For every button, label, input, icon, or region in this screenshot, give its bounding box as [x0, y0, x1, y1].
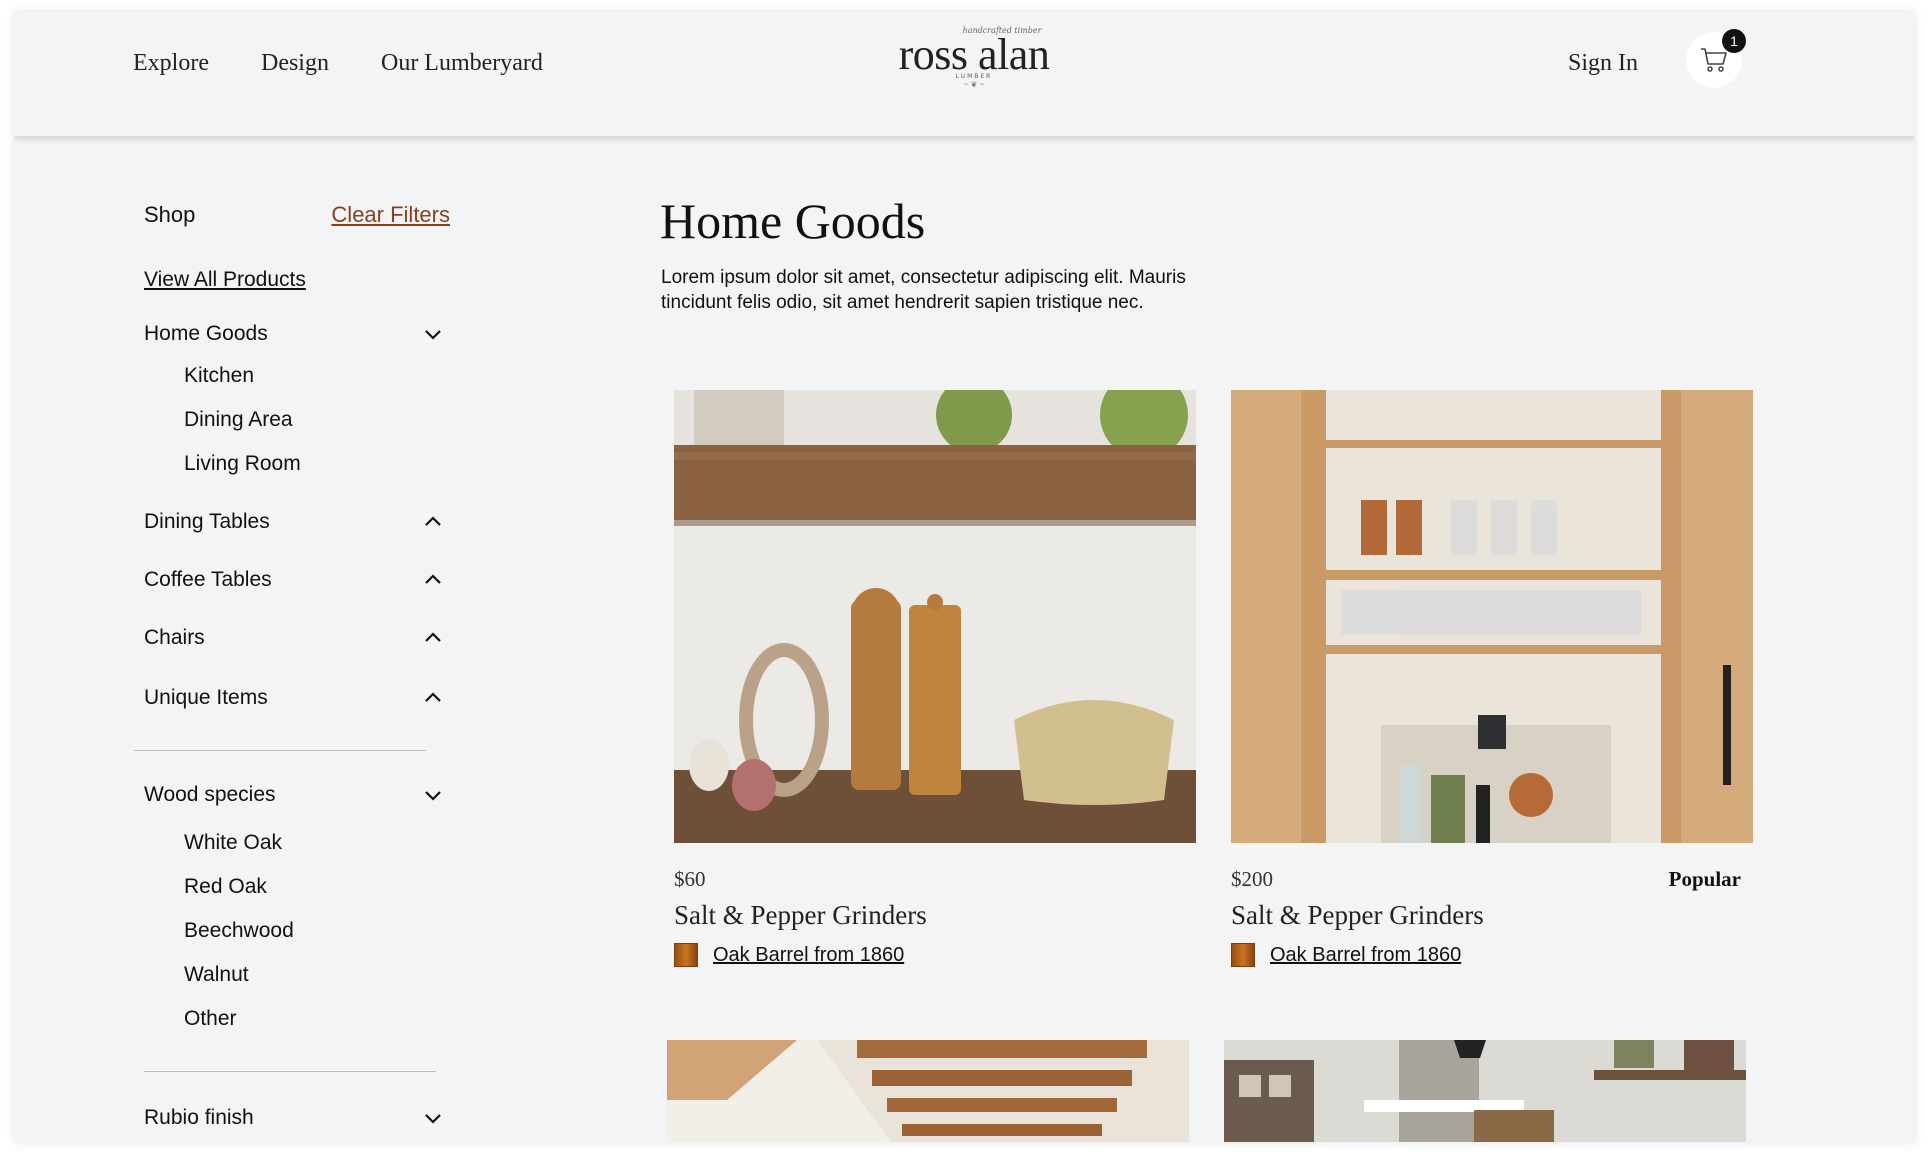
subcategory-kitchen[interactable]: Kitchen: [144, 364, 464, 388]
site-logo[interactable]: handcrafted timber ross alan LUMBER ~ ❦ …: [884, 26, 1064, 116]
product-name[interactable]: Salt & Pepper Grinders: [674, 900, 1196, 931]
product-image-ceiling-beams[interactable]: [667, 1040, 1189, 1142]
category-coffee-tables[interactable]: Coffee Tables: [144, 568, 444, 592]
product-image-grinders-shelf[interactable]: [674, 390, 1196, 843]
category-label: Home Goods: [144, 322, 268, 345]
product-wood: Oak Barrel from 1860: [1231, 943, 1753, 967]
filter-label: Rubio finish: [144, 1106, 254, 1129]
wood-swatch-icon: [1231, 943, 1255, 967]
nav-design[interactable]: Design: [261, 50, 329, 77]
page-title: Home Goods: [660, 193, 926, 249]
page-frame: Explore Design Our Lumberyard handcrafte…: [14, 12, 1915, 1142]
product-price: $60: [674, 867, 706, 891]
wood-option-white-oak[interactable]: White Oak: [144, 831, 464, 855]
nav-explore[interactable]: Explore: [133, 50, 209, 77]
cart-icon: [1701, 48, 1727, 72]
chevron-up-icon: [425, 692, 441, 702]
shop-header: Shop Clear Filters: [144, 202, 450, 228]
filter-label: Wood species: [144, 783, 276, 806]
subcategory-dining-area[interactable]: Dining Area: [144, 408, 464, 432]
category-home-goods[interactable]: Home Goods: [144, 322, 444, 346]
wood-source-link[interactable]: Oak Barrel from 1860: [1270, 944, 1461, 967]
logo-wordmark: ross alan: [898, 30, 1050, 79]
wood-swatch-icon: [674, 943, 698, 967]
product-photo: [674, 390, 1196, 843]
wood-option-beechwood[interactable]: Beechwood: [144, 919, 464, 943]
wood-source-link[interactable]: Oak Barrel from 1860: [713, 944, 904, 967]
sidebar-divider: [144, 1071, 436, 1072]
filter-rubio-finish[interactable]: Rubio finish: [144, 1106, 444, 1130]
wood-option-red-oak[interactable]: Red Oak: [144, 875, 464, 899]
cart-button[interactable]: 1: [1686, 29, 1746, 88]
filter-sidebar: Shop Clear Filters View All Products Hom…: [134, 202, 464, 1130]
chevron-up-icon: [425, 516, 441, 526]
category-label: Chairs: [144, 626, 205, 649]
view-all-products-link[interactable]: View All Products: [144, 268, 464, 292]
filter-wood-species[interactable]: Wood species: [144, 783, 444, 807]
product-name[interactable]: Salt & Pepper Grinders: [1231, 900, 1753, 931]
category-chairs[interactable]: Chairs: [144, 626, 444, 650]
product-card[interactable]: [1224, 1040, 1746, 1142]
sidebar-divider: [134, 750, 426, 751]
category-dining-tables[interactable]: Dining Tables: [144, 510, 444, 534]
nav-our-lumberyard[interactable]: Our Lumberyard: [381, 50, 543, 77]
category-label: Dining Tables: [144, 510, 270, 533]
product-photo: [1231, 390, 1753, 843]
product-wood: Oak Barrel from 1860: [674, 943, 1196, 967]
product-card[interactable]: $60 Salt & Pepper Grinders Oak Barrel fr…: [674, 390, 1196, 967]
clear-filters-link[interactable]: Clear Filters: [331, 202, 450, 228]
popular-badge: Popular: [1668, 867, 1741, 891]
wood-option-walnut[interactable]: Walnut: [144, 963, 464, 987]
product-photo: [1224, 1040, 1746, 1142]
category-label: Unique Items: [144, 686, 268, 709]
chevron-up-icon: [425, 632, 441, 642]
main-nav: Explore Design Our Lumberyard: [133, 50, 543, 77]
cart-count-badge: 1: [1722, 29, 1746, 53]
product-photo: [667, 1040, 1189, 1142]
chevron-down-icon: [425, 1114, 441, 1124]
category-unique-items[interactable]: Unique Items: [144, 686, 444, 710]
category-label: Coffee Tables: [144, 568, 272, 591]
product-image-bar-cabinet[interactable]: [1231, 390, 1753, 843]
page-description: Lorem ipsum dolor sit amet, consectetur …: [661, 267, 1186, 313]
wood-option-other[interactable]: Other: [144, 1007, 464, 1031]
chevron-down-icon: [425, 330, 441, 340]
subcategory-living-room[interactable]: Living Room: [144, 452, 464, 476]
logo-ornament-icon: ~ ❦ ~: [963, 80, 985, 89]
chevron-up-icon: [425, 574, 441, 584]
product-image-kitchen[interactable]: [1224, 1040, 1746, 1142]
top-navigation-bar: Explore Design Our Lumberyard handcrafte…: [14, 12, 1915, 136]
shop-label: Shop: [144, 202, 196, 227]
sign-in-link[interactable]: Sign In: [1568, 50, 1638, 77]
product-card[interactable]: [667, 1040, 1189, 1142]
product-card[interactable]: $200 Salt & Pepper Grinders Oak Barrel f…: [1231, 390, 1753, 967]
chevron-down-icon: [425, 791, 441, 801]
